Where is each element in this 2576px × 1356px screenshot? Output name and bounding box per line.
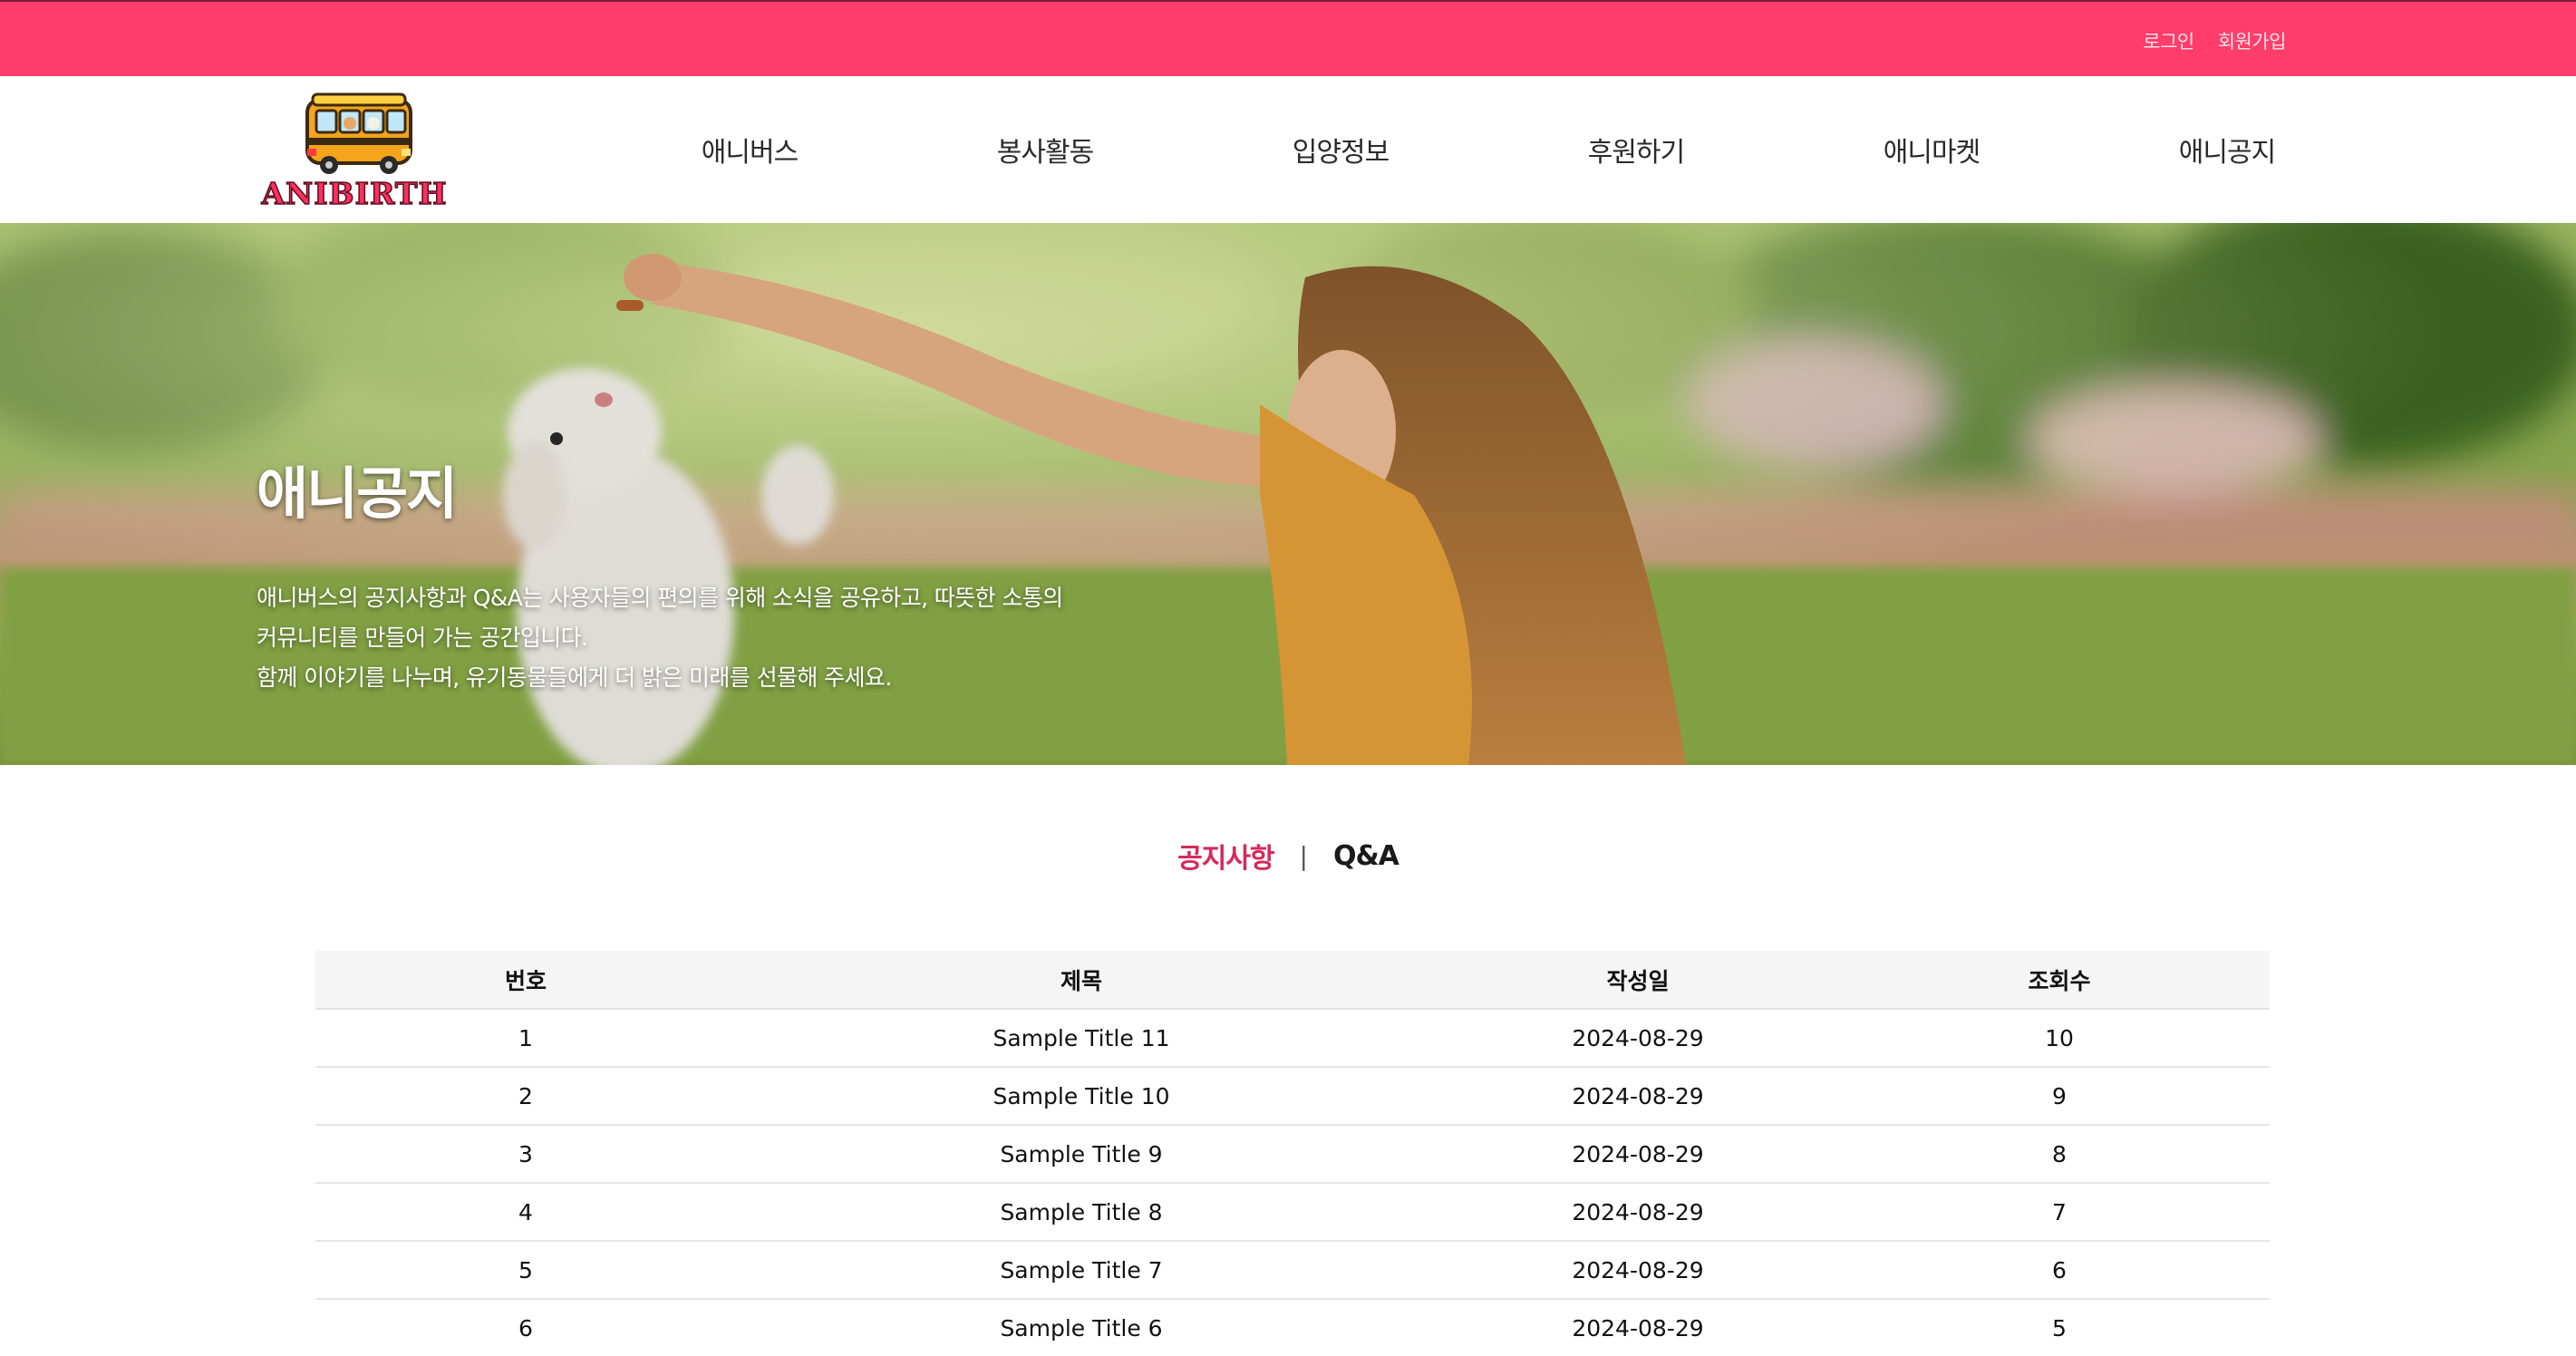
hero-description-line: 함께 이야기를 나누며, 유기동물들에게 더 밝은 미래를 선물해 주세요. xyxy=(257,664,892,691)
logo-wordmark: ANIBIRTH xyxy=(261,175,448,212)
cell-number: 3 xyxy=(315,1125,736,1184)
cell-date: 2024-08-29 xyxy=(1427,1067,1849,1126)
hero-description-line: 커뮤니티를 만들어 가는 공간입니다. xyxy=(257,625,588,651)
signup-link[interactable]: 회원가입 xyxy=(2218,27,2287,54)
cell-date: 2024-08-29 xyxy=(1427,1299,1849,1356)
column-header-date: 작성일 xyxy=(1427,951,1849,1010)
cell-date: 2024-08-29 xyxy=(1427,1125,1849,1184)
cell-number: 4 xyxy=(315,1183,736,1242)
table-row[interactable]: 1 Sample Title 11 2024-08-29 10 xyxy=(315,1009,2270,1068)
column-header-views: 조회수 xyxy=(1849,951,2270,1010)
cell-views: 9 xyxy=(1849,1067,2270,1126)
cell-title-link[interactable]: Sample Title 10 xyxy=(736,1067,1427,1126)
table-row[interactable]: 6 Sample Title 6 2024-08-29 5 xyxy=(315,1299,2270,1356)
cell-title-link[interactable]: Sample Title 11 xyxy=(736,1009,1427,1068)
main-nav: 애니버스 봉사활동 입양정보 후원하기 애니마켓 애니공지 xyxy=(645,76,2331,223)
board-tabs: 공지사항 | Q&A xyxy=(0,836,2576,876)
hero-description: 애니버스의 공지사항과 Q&A는 사용자들의 편의를 위해 소식을 공유하고, … xyxy=(257,578,1127,698)
column-header-number: 번호 xyxy=(315,951,736,1010)
hero-banner: 애니공지 애니버스의 공지사항과 Q&A는 사용자들의 편의를 위해 소식을 공… xyxy=(0,223,2576,765)
hero-description-line: 애니버스의 공지사항과 Q&A는 사용자들의 편의를 위해 소식을 공유하고, … xyxy=(257,585,1063,611)
table-row[interactable]: 5 Sample Title 7 2024-08-29 6 xyxy=(315,1241,2270,1300)
cell-number: 5 xyxy=(315,1241,736,1300)
site-header: ANIBIRTH 애니버스 봉사활동 입양정보 후원하기 애니마켓 애니공지 xyxy=(0,76,2576,223)
table-row[interactable]: 2 Sample Title 10 2024-08-29 9 xyxy=(315,1067,2270,1126)
nav-item-adoption[interactable]: 입양정보 xyxy=(1236,130,1445,170)
table-row[interactable]: 4 Sample Title 8 2024-08-29 7 xyxy=(315,1183,2270,1242)
cell-title-link[interactable]: Sample Title 9 xyxy=(736,1125,1427,1184)
cell-date: 2024-08-29 xyxy=(1427,1241,1849,1300)
cell-views: 7 xyxy=(1849,1183,2270,1242)
tab-divider: | xyxy=(1299,840,1308,871)
tab-qa[interactable]: Q&A xyxy=(1333,840,1399,872)
cell-views: 5 xyxy=(1849,1299,2270,1356)
table-header-row: 번호 제목 작성일 조회수 xyxy=(315,951,2270,1010)
cell-title-link[interactable]: Sample Title 6 xyxy=(736,1299,1427,1356)
cell-number: 1 xyxy=(315,1009,736,1068)
cell-date: 2024-08-29 xyxy=(1427,1009,1849,1068)
cell-views: 8 xyxy=(1849,1125,2270,1184)
nav-item-notice[interactable]: 애니공지 xyxy=(2123,130,2331,170)
top-utility-bar: 로그인 회원가입 xyxy=(0,0,2576,76)
cell-date: 2024-08-29 xyxy=(1427,1183,1849,1242)
notice-table: 번호 제목 작성일 조회수 1 Sample Title 11 2024-08-… xyxy=(315,951,2270,1356)
cell-views: 6 xyxy=(1849,1241,2270,1300)
login-link[interactable]: 로그인 xyxy=(2143,27,2194,54)
tab-notice[interactable]: 공지사항 xyxy=(1177,836,1274,876)
bus-logo-icon xyxy=(305,92,412,174)
column-header-title: 제목 xyxy=(736,951,1427,1010)
page-title: 애니공지 xyxy=(257,460,458,527)
nav-item-donate[interactable]: 후원하기 xyxy=(1532,130,1740,170)
cell-number: 6 xyxy=(315,1299,736,1356)
cell-number: 2 xyxy=(315,1067,736,1126)
cell-title-link[interactable]: Sample Title 7 xyxy=(736,1241,1427,1300)
auth-links: 로그인 회원가입 xyxy=(2143,27,2286,54)
cell-title-link[interactable]: Sample Title 8 xyxy=(736,1183,1427,1242)
nav-item-market[interactable]: 애니마켓 xyxy=(1827,130,2036,170)
nav-item-volunteer[interactable]: 봉사활동 xyxy=(941,130,1149,170)
nav-item-anibus[interactable]: 애니버스 xyxy=(645,130,854,170)
cell-views: 10 xyxy=(1849,1009,2270,1068)
site-logo[interactable]: ANIBIRTH xyxy=(257,91,452,212)
table-row[interactable]: 3 Sample Title 9 2024-08-29 8 xyxy=(315,1125,2270,1184)
